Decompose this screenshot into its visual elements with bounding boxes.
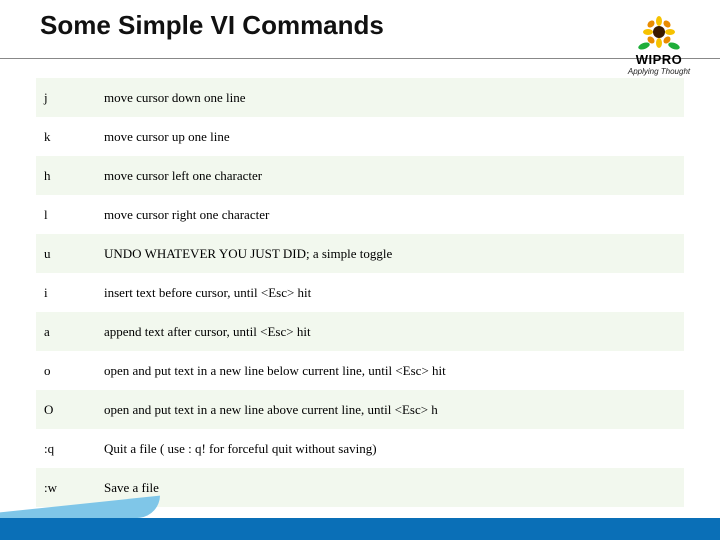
description-cell: move cursor left one character bbox=[96, 168, 684, 184]
description-cell: UNDO WHATEVER YOU JUST DID; a simple tog… bbox=[96, 246, 684, 262]
table-row: uUNDO WHATEVER YOU JUST DID; a simple to… bbox=[36, 234, 684, 273]
command-cell: i bbox=[36, 285, 96, 301]
logo-tagline: Applying Thought bbox=[620, 67, 698, 76]
table-row: hmove cursor left one character bbox=[36, 156, 684, 195]
logo-name: WIPRO bbox=[620, 52, 698, 67]
logo: WIPRO Applying Thought bbox=[620, 16, 698, 76]
divider bbox=[0, 58, 720, 59]
command-cell: l bbox=[36, 207, 96, 223]
command-cell: o bbox=[36, 363, 96, 379]
description-cell: move cursor down one line bbox=[96, 90, 684, 106]
table-row: lmove cursor right one character bbox=[36, 195, 684, 234]
description-cell: move cursor up one line bbox=[96, 129, 684, 145]
command-cell: O bbox=[36, 402, 96, 418]
table-row: Oopen and put text in a new line above c… bbox=[36, 390, 684, 429]
logo-sunflower-icon bbox=[636, 16, 682, 54]
description-cell: open and put text in a new line below cu… bbox=[96, 363, 684, 379]
command-cell: h bbox=[36, 168, 96, 184]
vi-commands-table: jmove cursor down one linekmove cursor u… bbox=[36, 78, 684, 507]
command-cell: :w bbox=[36, 480, 96, 496]
command-cell: a bbox=[36, 324, 96, 340]
table-row: oopen and put text in a new line below c… bbox=[36, 351, 684, 390]
description-cell: move cursor right one character bbox=[96, 207, 684, 223]
page-title: Some Simple VI Commands bbox=[40, 10, 384, 41]
description-cell: Quit a file ( use : q! for forceful quit… bbox=[96, 441, 684, 457]
table-row: kmove cursor up one line bbox=[36, 117, 684, 156]
command-cell: :q bbox=[36, 441, 96, 457]
slide: Some Simple VI Commands WIPRO Applying T… bbox=[0, 0, 720, 540]
description-cell: append text after cursor, until <Esc> hi… bbox=[96, 324, 684, 340]
command-cell: u bbox=[36, 246, 96, 262]
command-cell: k bbox=[36, 129, 96, 145]
table-row: iinsert text before cursor, until <Esc> … bbox=[36, 273, 684, 312]
command-cell: j bbox=[36, 90, 96, 106]
description-cell: Save a file bbox=[96, 480, 684, 496]
description-cell: insert text before cursor, until <Esc> h… bbox=[96, 285, 684, 301]
description-cell: open and put text in a new line above cu… bbox=[96, 402, 684, 418]
footer-band bbox=[0, 518, 720, 540]
table-row: :qQuit a file ( use : q! for forceful qu… bbox=[36, 429, 684, 468]
table-row: jmove cursor down one line bbox=[36, 78, 684, 117]
table-row: aappend text after cursor, until <Esc> h… bbox=[36, 312, 684, 351]
